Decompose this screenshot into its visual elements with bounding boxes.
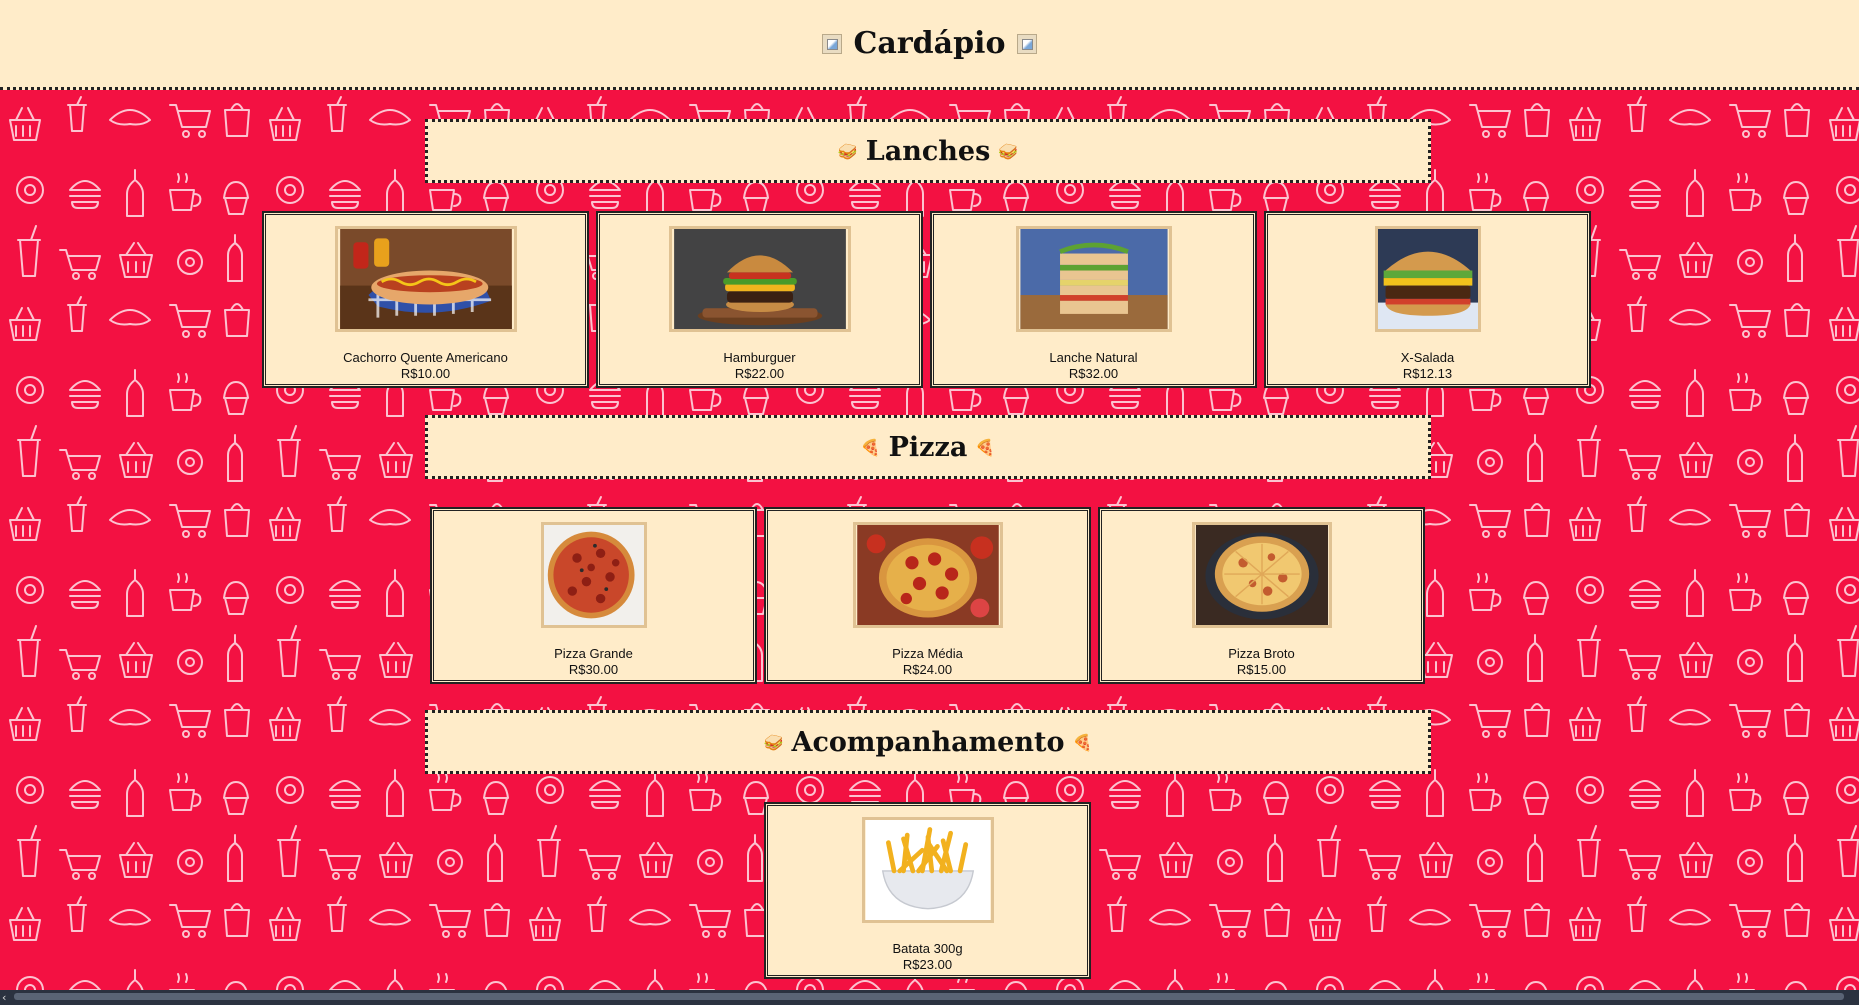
sandwich-icon: 🥪: [837, 141, 858, 161]
section-title: 🍕 Pizza 🍕: [861, 432, 996, 463]
menu-item-price: R$32.00: [1068, 366, 1119, 381]
menu-item-price: R$12.13: [1402, 366, 1453, 381]
section-lanches-banner: 🥪 Lanches 🥪: [425, 119, 1431, 183]
menu-item-name: X-Salada: [1400, 350, 1455, 365]
section-title-text: Acompanhamento: [791, 726, 1065, 758]
section-title: 🥪 Acompanhamento 🍕: [764, 727, 1093, 758]
menu-item-price: R$10.00: [400, 366, 451, 381]
sandwich-photo: [1015, 226, 1172, 332]
section-title-text: Lanches: [865, 135, 991, 167]
pizza-icon: 🍕: [975, 437, 996, 457]
menu-item-name: Batata 300g: [892, 941, 963, 956]
scroll-left-arrow-icon[interactable]: ‹: [2, 991, 6, 1004]
menu-item-price: R$24.00: [902, 662, 953, 677]
pizza-icon: 🍕: [1072, 732, 1093, 752]
menu-item-card[interactable]: X-Salada R$12.13: [1264, 211, 1591, 388]
page-header: Cardápio: [0, 0, 1859, 90]
x-salada-photo: [1374, 226, 1481, 332]
pizza-grande-photo: [540, 522, 647, 628]
menu-item-price: R$22.00: [734, 366, 785, 381]
menu-item-price: R$23.00: [902, 957, 953, 972]
menu-item-card[interactable]: Batata 300g R$23.00: [764, 802, 1091, 979]
menu-item-card[interactable]: Pizza Grande R$30.00: [430, 507, 757, 684]
page-title: Cardápio: [821, 26, 1038, 61]
scrollbar-thumb[interactable]: [14, 993, 1844, 1000]
page-title-text: Cardápio: [853, 26, 1006, 61]
menu-item-card[interactable]: Hamburguer R$22.00: [596, 211, 923, 388]
menu-item-name: Pizza Grande: [554, 646, 633, 661]
pizza-icon: 🍕: [860, 437, 881, 457]
menu-item-name: Cachorro Quente Americano: [343, 350, 508, 365]
menu-item-card[interactable]: Pizza Média R$24.00: [764, 507, 1091, 684]
broken-image-icon: [821, 33, 842, 54]
hotdog-photo: [334, 226, 517, 332]
menu-item-card[interactable]: Lanche Natural R$32.00: [930, 211, 1257, 388]
broken-image-icon: [1017, 33, 1038, 54]
pizza-media-photo: [852, 522, 1003, 628]
sandwich-icon: 🥪: [763, 732, 784, 752]
menu-item-price: R$15.00: [1236, 662, 1287, 677]
section-acompanhamento-banner: 🥪 Acompanhamento 🍕: [425, 710, 1431, 774]
section-pizza-banner: 🍕 Pizza 🍕: [425, 415, 1431, 479]
pizza-broto-photo: [1191, 522, 1332, 628]
menu-item-name: Pizza Broto: [1228, 646, 1295, 661]
section-title: 🥪 Lanches 🥪: [838, 136, 1018, 167]
horizontal-scrollbar[interactable]: ‹: [0, 990, 1859, 1005]
section-title-text: Pizza: [888, 431, 968, 463]
menu-item-card[interactable]: Pizza Broto R$15.00: [1098, 507, 1425, 684]
fries-photo: [861, 817, 994, 923]
menu-item-name: Pizza Média: [892, 646, 963, 661]
sandwich-icon: 🥪: [998, 141, 1019, 161]
hamburger-photo: [668, 226, 851, 332]
menu-item-name: Lanche Natural: [1049, 350, 1138, 365]
menu-item-price: R$30.00: [568, 662, 619, 677]
menu-item-card[interactable]: Cachorro Quente Americano R$10.00: [262, 211, 589, 388]
menu-item-name: Hamburguer: [723, 350, 796, 365]
